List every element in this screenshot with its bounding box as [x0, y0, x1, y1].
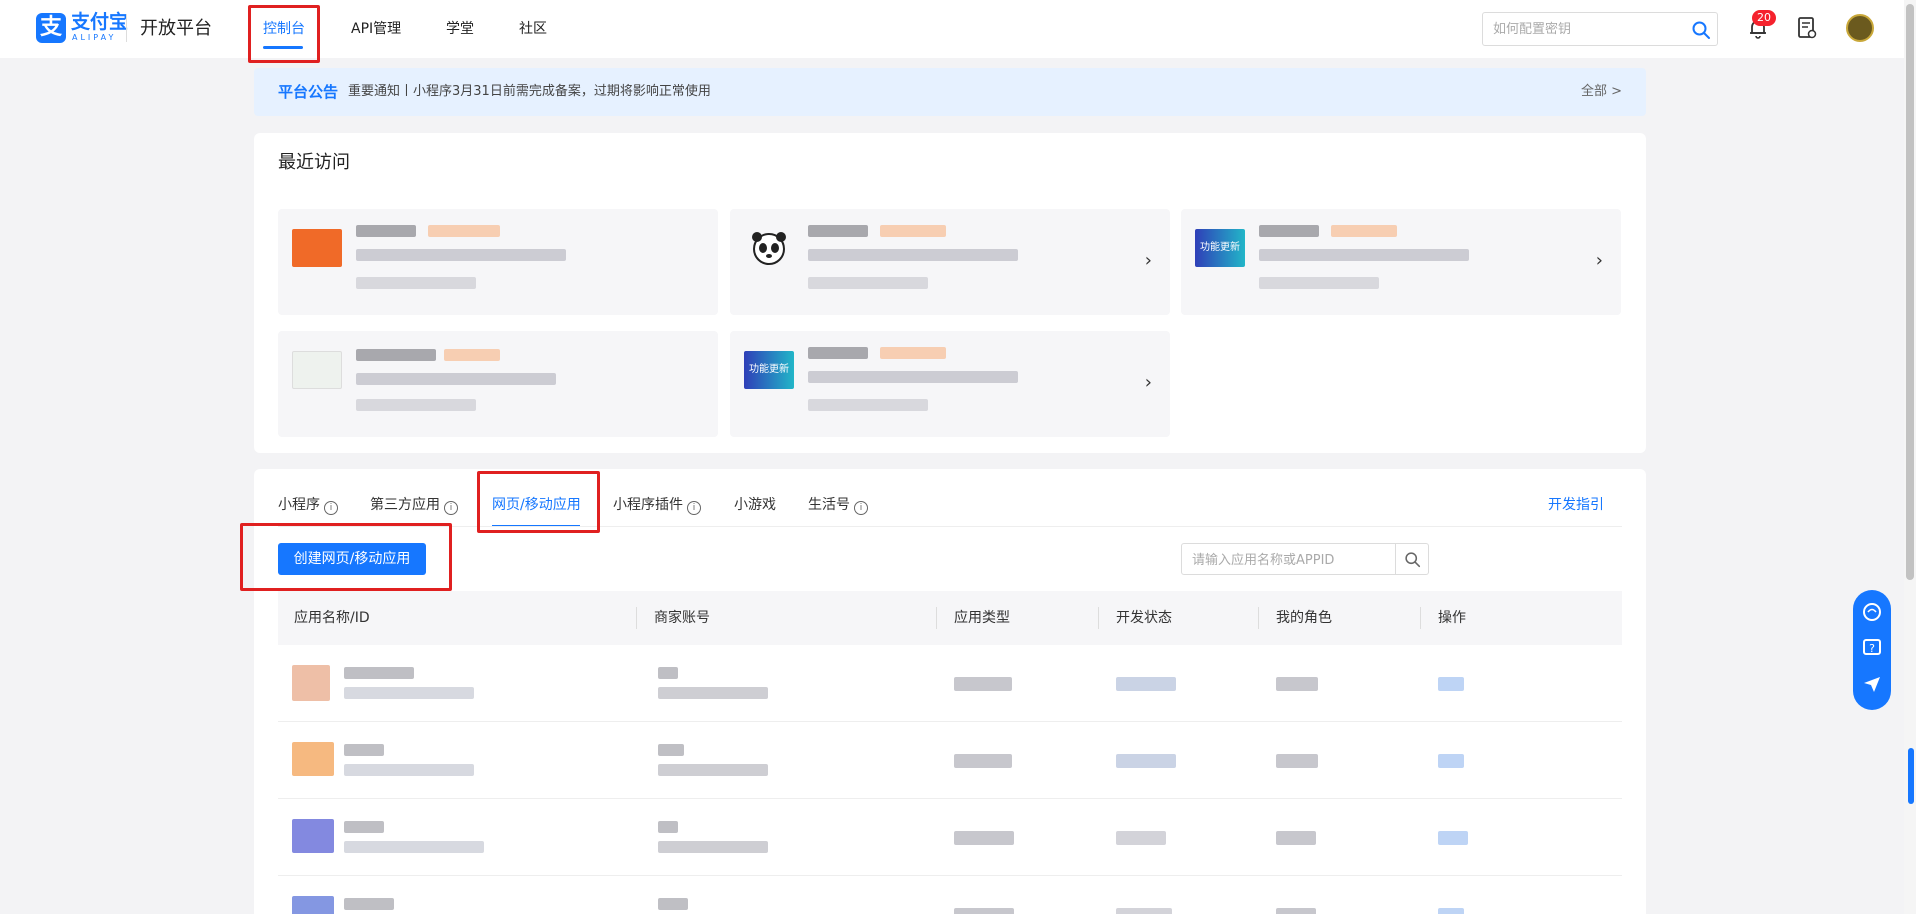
- apps-card: 小程序 i 第三方应用 i 网页/移动应用 小程序插件 i 小游戏 生活号 i 开发指引…: [254, 469, 1646, 914]
- create-web-mobile-app-button[interactable]: 创建网页/移动应用: [278, 543, 426, 575]
- column-dev-status: 开发状态: [1116, 610, 1172, 626]
- header-search[interactable]: [1482, 12, 1718, 46]
- top-bar: 支 支付宝 ALIPAY 开放平台 控制台 API管理 学堂 社区 20: [0, 0, 1916, 58]
- notification-badge: 20: [1752, 10, 1776, 26]
- column-app-name: 应用名称/ID: [294, 610, 370, 626]
- recent-visits-title: 最近访问: [278, 152, 350, 173]
- recent-tile[interactable]: ›: [730, 209, 1170, 315]
- search-icon: [1405, 552, 1421, 568]
- table-row[interactable]: [278, 799, 1622, 876]
- info-icon[interactable]: i: [854, 501, 868, 515]
- orange-promo-thumbnail-icon: [292, 229, 342, 267]
- info-icon[interactable]: i: [324, 501, 338, 515]
- app-thumbnail: [292, 819, 334, 853]
- notice-title: 平台公告: [278, 83, 339, 101]
- send-feedback-icon[interactable]: [1862, 674, 1882, 694]
- feature-update-thumbnail: 功能更新: [744, 351, 794, 389]
- recent-tile[interactable]: 功能更新 ›: [730, 331, 1170, 437]
- alipay-logo-sub: ALIPAY: [72, 33, 117, 42]
- nav-active-underline: [263, 46, 303, 49]
- column-divider: [1098, 607, 1099, 629]
- user-avatar[interactable]: [1846, 14, 1874, 42]
- table-row[interactable]: [278, 645, 1622, 722]
- column-my-role: 我的角色: [1276, 610, 1332, 626]
- help-question-icon[interactable]: ?: [1862, 638, 1882, 658]
- chevron-right-icon[interactable]: ›: [1596, 251, 1603, 271]
- screenshot-thumbnail-icon: [292, 351, 342, 389]
- chevron-right-icon[interactable]: ›: [1145, 373, 1152, 393]
- info-icon[interactable]: i: [444, 501, 458, 515]
- tab-mini-game[interactable]: 小游戏: [734, 495, 776, 515]
- column-app-type: 应用类型: [954, 610, 1010, 626]
- svg-text:?: ?: [1869, 642, 1875, 655]
- column-divider: [636, 607, 637, 629]
- app-thumbnail: [292, 665, 330, 701]
- dev-guide-link[interactable]: 开发指引: [1548, 495, 1604, 515]
- alipay-logo-icon[interactable]: 支: [36, 13, 66, 43]
- notice-all-link[interactable]: 全部 >: [1581, 83, 1622, 101]
- tab-life-account[interactable]: 生活号 i: [808, 495, 868, 515]
- notice-text[interactable]: 重要通知丨小程序3月31日前需完成备案，过期将影响正常使用: [348, 83, 711, 101]
- column-divider: [1258, 607, 1259, 629]
- app-search[interactable]: [1181, 543, 1422, 575]
- platform-notice[interactable]: 平台公告 重要通知丨小程序3月31日前需完成备案，过期将影响正常使用 全部 >: [254, 68, 1646, 116]
- app-thumbnail: [292, 742, 334, 776]
- table-row[interactable]: [278, 876, 1622, 914]
- app-search-input[interactable]: [1192, 551, 1392, 569]
- recent-tile[interactable]: [278, 209, 718, 315]
- recent-visits-card: 最近访问 › 功能更新 › 功能更新 ›: [254, 133, 1646, 453]
- info-icon[interactable]: i: [687, 501, 701, 515]
- search-icon[interactable]: [1691, 20, 1711, 40]
- nav-console[interactable]: 控制台: [263, 19, 305, 39]
- alipay-logo-text: 支付宝: [71, 11, 129, 33]
- column-merchant-account: 商家账号: [654, 610, 710, 626]
- feature-update-thumbnail: 功能更新: [1195, 229, 1245, 267]
- app-thumbnail: [292, 896, 334, 914]
- floating-help-panel: ?: [1853, 590, 1891, 710]
- tab-third-party-app[interactable]: 第三方应用 i: [370, 495, 458, 515]
- logo-divider: [126, 14, 127, 42]
- platform-name: 开放平台: [140, 18, 212, 39]
- column-divider: [1420, 607, 1421, 629]
- nav-academy[interactable]: 学堂: [446, 19, 474, 39]
- header-search-input[interactable]: [1493, 20, 1683, 38]
- chevron-right-icon[interactable]: ›: [1145, 251, 1152, 271]
- app-search-button[interactable]: [1395, 543, 1429, 575]
- tabs-divider: [278, 526, 1622, 527]
- recent-tile[interactable]: [278, 331, 718, 437]
- tab-mini-program[interactable]: 小程序 i: [278, 495, 338, 515]
- table-row[interactable]: [278, 722, 1622, 799]
- chat-bubble-icon[interactable]: [1862, 602, 1882, 622]
- scrollbar-thumb[interactable]: [1906, 4, 1914, 580]
- column-divider: [936, 607, 937, 629]
- document-icon[interactable]: [1796, 16, 1818, 40]
- recent-tile[interactable]: 功能更新 ›: [1181, 209, 1621, 315]
- scroll-position-marker: [1908, 748, 1914, 804]
- panda-icon: [752, 232, 786, 265]
- column-actions: 操作: [1438, 610, 1466, 626]
- tab-mini-program-plugin[interactable]: 小程序插件 i: [613, 495, 701, 515]
- tab-web-mobile-app[interactable]: 网页/移动应用: [492, 495, 581, 515]
- table-header: 应用名称/ID 商家账号 应用类型 开发状态 我的角色 操作: [278, 591, 1622, 645]
- nav-api-management[interactable]: API管理: [351, 19, 401, 39]
- nav-community[interactable]: 社区: [519, 19, 547, 39]
